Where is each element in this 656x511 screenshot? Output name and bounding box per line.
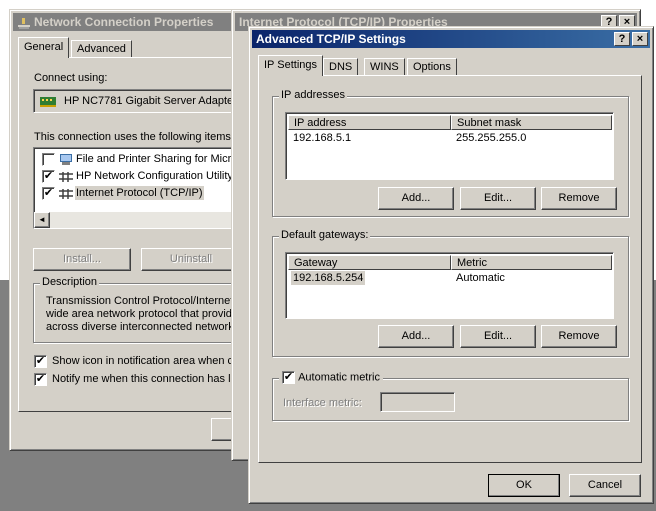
automatic-metric-group: ✔ Automatic metric Interface metric: [272,371,629,421]
close-icon: × [636,33,644,45]
gateway-list[interactable]: Gateway Metric 192.168.5.254 Automatic [285,252,614,319]
items-label: This connection uses the following items… [34,131,234,143]
gateway-add-button[interactable]: Add... [378,325,454,348]
table-row[interactable]: 192.168.5.1 255.255.255.0 [288,131,612,146]
network-adapter-icon [40,97,56,107]
description-line: across diverse interconnected networks [46,321,240,333]
description-line: wide area network protocol that provide [46,308,238,320]
gateway-cell: 192.168.5.254 [291,271,366,285]
uninstall-button[interactable]: Uninstall [141,248,241,271]
notify-label: Notify me when this connection has lim [52,373,243,385]
default-gateways-label: Default gateways: [279,229,371,241]
adapter-field: HP NC7781 Gigabit Server Adapter [33,89,263,113]
cancel-button[interactable]: Cancel [569,474,641,497]
show-icon-label: Show icon in notification area when co [52,355,240,367]
title-bar[interactable]: Advanced TCP/IP Settings ? × [252,30,650,48]
ip-add-button[interactable]: Add... [378,187,454,210]
list-item[interactable]: File and Printer Sharing for Micros [40,152,260,168]
network-protocol-icon [59,172,73,182]
interface-metric-input[interactable] [380,392,455,412]
adapter-name: HP NC7781 Gigabit Server Adapter [64,95,237,107]
tab-wins[interactable]: WINS [364,58,405,76]
show-icon-checkbox[interactable]: ✔ [34,355,47,368]
tab-advanced[interactable]: Advanced [71,40,132,58]
ip-addresses-label: IP addresses [279,89,348,101]
ip-address-cell: 192.168.5.1 [293,132,352,144]
gateway-remove-button[interactable]: Remove [541,325,617,348]
horizontal-scrollbar[interactable]: ◄ [34,212,262,228]
automatic-metric-checkbox[interactable]: ✔ [282,371,295,384]
subnet-mask-cell: 255.255.255.0 [456,132,527,144]
gateway-edit-button[interactable]: Edit... [460,325,536,348]
network-connection-icon [17,17,31,29]
window-title: Advanced TCP/IP Settings [256,32,406,46]
ip-remove-button[interactable]: Remove [541,187,617,210]
connect-using-label: Connect using: [34,72,108,84]
help-button[interactable]: ? [614,32,630,46]
ip-address-list[interactable]: IP address Subnet mask 192.168.5.1 255.2… [285,112,614,180]
description-label: Description [40,276,100,288]
ip-address-column-header[interactable]: IP address [288,115,451,130]
general-tab-panel: Connect using: HP NC7781 Gigabit Server … [18,57,263,412]
network-share-icon [60,154,72,165]
title-bar[interactable]: Network Connection Properties [13,13,243,31]
network-protocol-icon [59,189,73,199]
install-button[interactable]: Install... [33,248,131,271]
list-item[interactable]: ✔ Internet Protocol (TCP/IP) [40,186,260,202]
description-group: Description Transmission Control Protoco… [33,276,263,343]
tab-dns[interactable]: DNS [323,58,359,76]
description-line: Transmission Control Protocol/Internet P [46,295,244,307]
automatic-metric-legend: ✔ Automatic metric [279,371,383,384]
subnet-mask-column-header[interactable]: Subnet mask [451,115,612,130]
table-row[interactable]: 192.168.5.254 Automatic [288,271,612,286]
notify-checkbox[interactable]: ✔ [34,373,47,386]
item-checkbox[interactable]: ✔ [42,170,55,183]
tab-general[interactable]: General [18,37,70,58]
item-checkbox[interactable] [42,153,55,166]
item-checkbox[interactable]: ✔ [42,187,55,200]
metric-cell: Automatic [456,272,505,284]
list-item[interactable]: ✔ HP Network Configuration Utility [40,169,260,185]
automatic-metric-label: Automatic metric [298,371,380,384]
gateway-column-header[interactable]: Gateway [288,255,451,270]
tab-options[interactable]: Options [407,58,457,76]
metric-column-header[interactable]: Metric [451,255,612,270]
components-list[interactable]: File and Printer Sharing for Micros ✔ HP… [33,147,263,229]
tab-ip-settings[interactable]: IP Settings [258,55,323,76]
ip-edit-button[interactable]: Edit... [460,187,536,210]
close-button[interactable]: × [632,32,648,46]
ok-button[interactable]: OK [488,474,560,497]
window-title: Network Connection Properties [34,15,214,29]
interface-metric-label: Interface metric: [283,397,362,409]
ip-addresses-group: IP addresses IP address Subnet mask 192.… [272,89,629,217]
scroll-left-button[interactable]: ◄ [34,212,50,228]
advanced-tcpip-settings-window: Advanced TCP/IP Settings ? × IP Settings… [248,26,654,504]
ip-settings-tab-panel: IP addresses IP address Subnet mask 192.… [258,75,642,463]
default-gateways-group: Default gateways: Gateway Metric 192.168… [272,229,629,357]
network-connection-properties-window: Network Connection Properties General Ad… [9,9,263,451]
